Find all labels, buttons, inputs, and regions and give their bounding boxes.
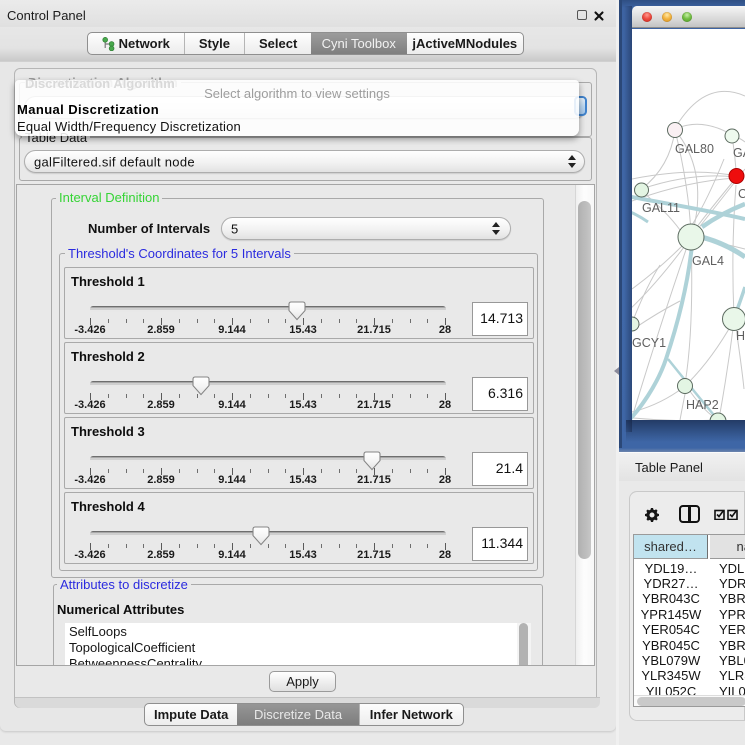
svg-text:H: H	[736, 329, 745, 343]
svg-text:GCY1: GCY1	[632, 336, 666, 350]
svg-text:GAL4: GAL4	[692, 254, 724, 268]
svg-text:GAL11: GAL11	[642, 201, 680, 215]
svg-text:GA: GA	[733, 146, 745, 160]
svg-text:GAL80: GAL80	[675, 142, 714, 156]
svg-text:HAP2: HAP2	[686, 398, 719, 412]
svg-text:C: C	[738, 187, 745, 201]
